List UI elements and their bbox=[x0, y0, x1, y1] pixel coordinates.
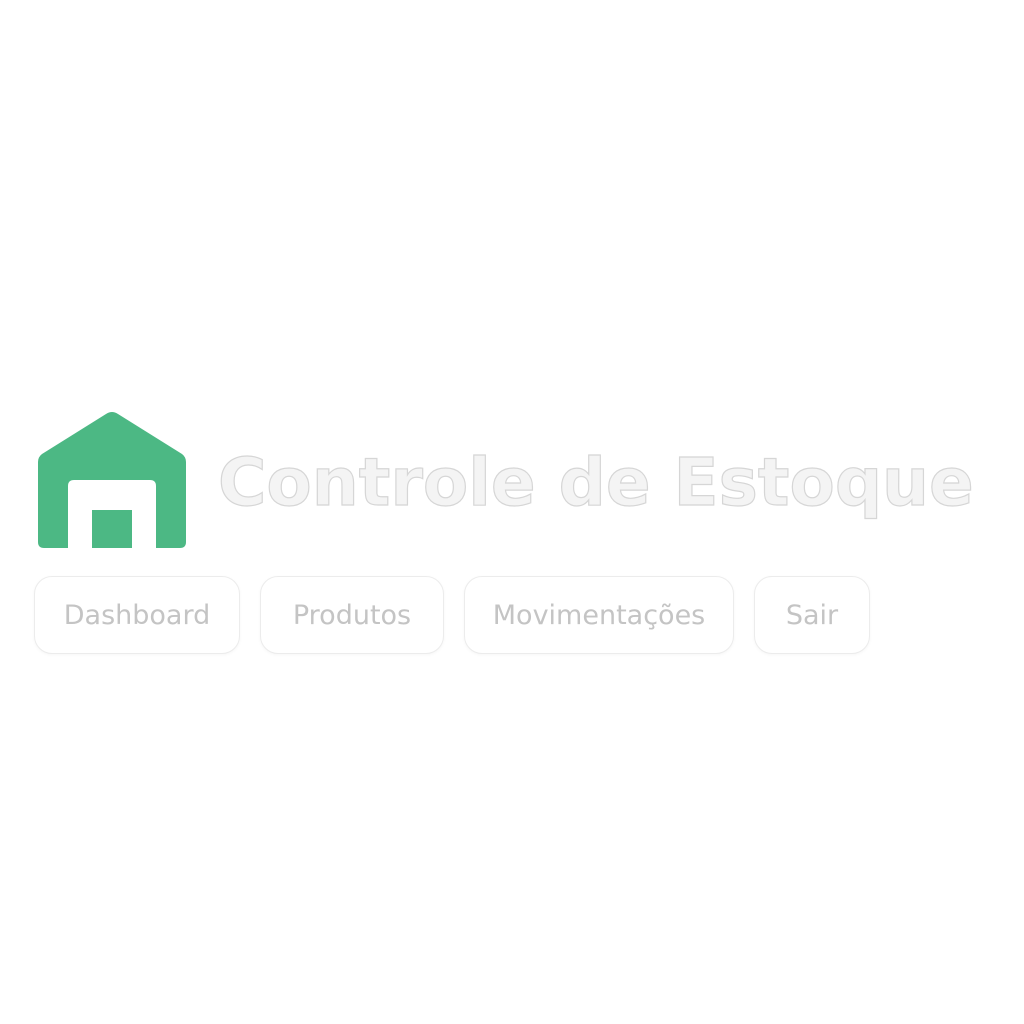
page-title: Controle de Estoque bbox=[217, 444, 974, 521]
nav-button-label: Movimentações bbox=[492, 599, 706, 631]
nav-button-dashboard[interactable]: Dashboard bbox=[34, 576, 240, 654]
main-nav: Dashboard Produtos Movimentações Sair bbox=[34, 576, 870, 654]
nav-button-produtos[interactable]: Produtos bbox=[260, 576, 444, 654]
nav-button-label: Sair bbox=[785, 599, 839, 631]
nav-button-movimentacoes[interactable]: Movimentações bbox=[464, 576, 734, 654]
nav-button-label: Produtos bbox=[292, 599, 412, 631]
nav-button-label: Dashboard bbox=[63, 599, 211, 631]
nav-button-sair[interactable]: Sair bbox=[754, 576, 870, 654]
app-header: Controle de Estoque bbox=[36, 410, 996, 550]
warehouse-icon bbox=[38, 412, 186, 548]
